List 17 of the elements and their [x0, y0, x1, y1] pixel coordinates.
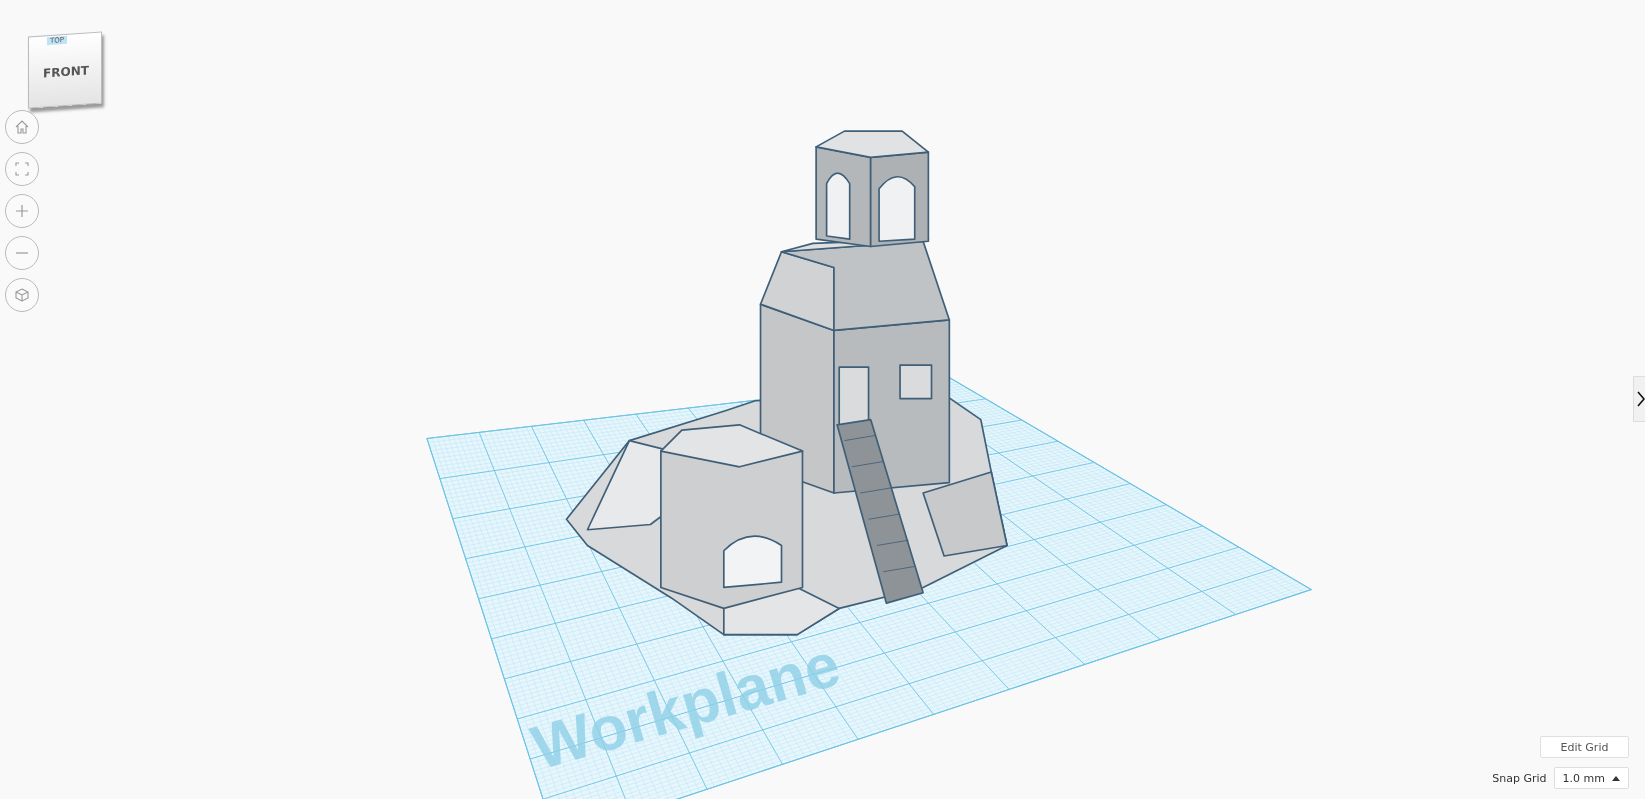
plus-icon: [14, 203, 30, 219]
home-button[interactable]: [5, 110, 39, 144]
edit-grid-button[interactable]: Edit Grid: [1540, 736, 1629, 758]
cube-icon: [14, 287, 30, 303]
panel-toggle-button[interactable]: [1633, 376, 1645, 422]
perspective-button[interactable]: [5, 278, 39, 312]
home-icon: [14, 119, 30, 135]
view-cube-front-label: FRONT: [43, 63, 89, 81]
snap-grid-dropdown[interactable]: 1.0 mm: [1553, 767, 1629, 789]
caret-up-icon: [1612, 775, 1620, 781]
zoom-out-button[interactable]: [5, 236, 39, 270]
fit-view-button[interactable]: [5, 152, 39, 186]
snap-grid-label: Snap Grid: [1492, 771, 1547, 785]
fit-view-icon: [14, 161, 30, 177]
minus-icon: [16, 252, 28, 254]
chevron-right-icon: [1637, 391, 1645, 407]
zoom-in-button[interactable]: [5, 194, 39, 228]
